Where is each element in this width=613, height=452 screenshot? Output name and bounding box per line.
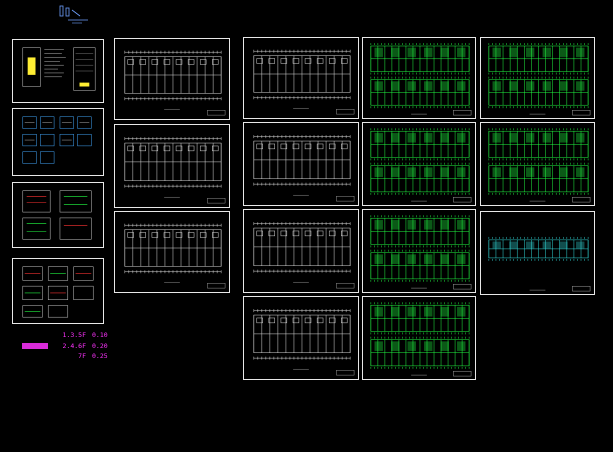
plan-a2-drawing (124, 137, 226, 204)
sheet-plan-c2[interactable] (362, 122, 476, 206)
legend-key: 2.4.6F (62, 341, 86, 350)
sheet-plan-d3[interactable] (480, 211, 595, 295)
sheet-cover-3-drawing (22, 190, 92, 240)
sheet-plan-b4[interactable] (243, 296, 359, 380)
sheet-plan-c3[interactable] (362, 209, 476, 293)
plan-b4-drawing (253, 309, 355, 376)
sheet-plan-c4[interactable] (362, 296, 476, 380)
sheet-plan-d1[interactable] (480, 37, 595, 119)
plan-d3-drawing (488, 236, 591, 292)
plan-a1-drawing (124, 50, 226, 116)
sheet-cover-3[interactable] (12, 182, 104, 248)
sheet-cover-4-drawing (22, 266, 94, 318)
legend-row: 1.3.5F 0.10 (60, 330, 112, 341)
sheet-cover-2-drawing (22, 116, 92, 164)
plan-b2-drawing (253, 135, 355, 202)
plan-c4-drawing (370, 302, 472, 377)
sheet-plan-c1[interactable] (362, 37, 476, 119)
legend-value: 0.20 (92, 341, 108, 350)
sheet-cover-2[interactable] (12, 108, 104, 176)
floor-load-legend: 1.3.5F 0.10 2.4.6F 0.20 7F 0.25 (60, 330, 112, 362)
plan-d1-drawing (488, 43, 591, 116)
sheet-plan-b2[interactable] (243, 122, 359, 206)
plan-c2-drawing (370, 128, 472, 203)
legend-row: 2.4.6F 0.20 (60, 341, 112, 352)
legend-value: 0.10 (92, 331, 108, 339)
sheet-plan-a2[interactable] (114, 124, 230, 208)
plan-c3-drawing (370, 215, 472, 290)
plan-b1-drawing (253, 49, 355, 115)
legend-value: 0.25 (92, 352, 108, 360)
plan-b3-drawing (253, 222, 355, 289)
sheet-cover-1[interactable] (12, 39, 104, 103)
plan-a3-drawing (124, 223, 226, 289)
sheet-plan-b3[interactable] (243, 209, 359, 293)
sheet-plan-b1[interactable] (243, 37, 359, 119)
sheet-plan-a1[interactable] (114, 38, 230, 120)
sheet-plan-d2[interactable] (480, 122, 595, 206)
legend-key: 7F (78, 352, 86, 360)
sheet-plan-a3[interactable] (114, 211, 230, 293)
sheet-cover-4[interactable] (12, 258, 104, 324)
legend-key: 1.3.5F (62, 331, 86, 339)
plan-d2-drawing (488, 128, 591, 203)
drawing-origin-mark (58, 4, 92, 26)
legend-tag-swatch (22, 335, 48, 349)
plan-c1-drawing (370, 43, 472, 116)
legend-row: 7F 0.25 (60, 351, 112, 362)
sheet-cover-1-drawing (22, 47, 96, 91)
